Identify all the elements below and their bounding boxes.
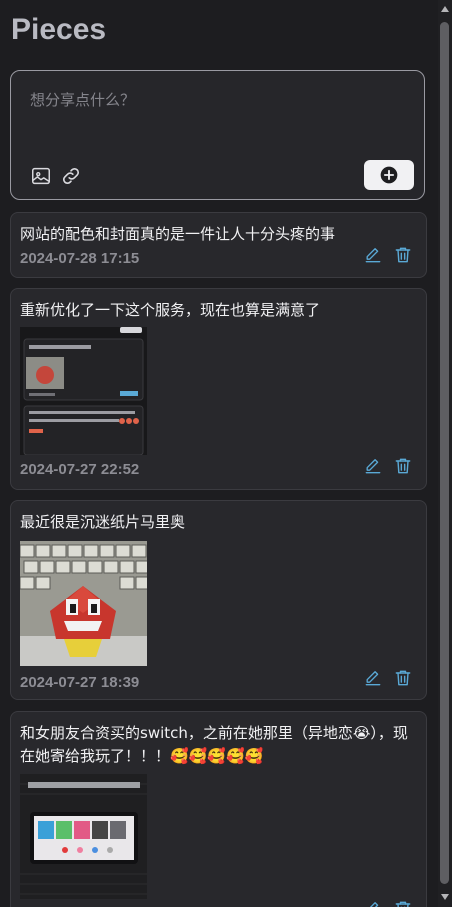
post-text: 重新优化了一下这个服务，现在也算是满意了 [20,301,321,319]
add-post-button[interactable] [364,160,414,190]
trash-icon[interactable] [393,899,413,907]
scroll-up-arrow-icon[interactable] [441,6,449,12]
trash-icon[interactable] [393,456,413,476]
paper-goomba-photo[interactable] [20,541,147,666]
post-card: 重新优化了一下这个服务，现在也算是满意了 2024-07-27 22:52 [10,288,427,490]
pencil-icon[interactable] [363,899,383,907]
post-date: 2024-07-27 18:39 [20,674,140,691]
post-card: 最近很是沉迷纸片马里奥 2024-07-27 18:39 [10,500,427,700]
post-input[interactable] [21,81,416,151]
post-date: 2024-07-27 22:52 [20,461,140,478]
post-date: 2024-07-28 17:15 [20,250,140,267]
post-card: 网站的配色和封面真的是一件让人十分头疼的事 2024-07-28 17:15 [10,212,427,278]
scroll-down-arrow-icon[interactable] [441,894,449,900]
plus-circle-icon [380,166,398,184]
image-icon[interactable] [30,165,52,187]
app-window: Pieces 想分享点什么？ 网站的配色和封面真的是一件让人十分头疼的事 202… [0,0,452,907]
page-title: Pieces [11,13,107,46]
post-text: 最近很是沉迷纸片马里奥 [20,513,186,531]
post-card: 和女朋友合资买的switch，之前在她那里（异地恋😭），现在她寄给我玩了！！！🥰… [10,711,427,907]
pencil-icon[interactable] [363,245,383,265]
post-text: 网站的配色和封面真的是一件让人十分头疼的事 [20,225,336,243]
scrollbar-thumb[interactable] [440,22,449,884]
trash-icon[interactable] [393,245,413,265]
screenshot-of-app-image[interactable] [20,327,147,455]
pencil-icon[interactable] [363,668,383,688]
trash-icon[interactable] [393,668,413,688]
post-composer [10,70,425,200]
link-icon[interactable] [60,165,82,187]
pencil-icon[interactable] [363,456,383,476]
vertical-scrollbar[interactable] [438,0,452,907]
post-text: 和女朋友合资买的switch，之前在她那里（异地恋😭），现在她寄给我玩了！！！🥰… [20,724,408,765]
switch-console-photo[interactable] [20,774,147,899]
